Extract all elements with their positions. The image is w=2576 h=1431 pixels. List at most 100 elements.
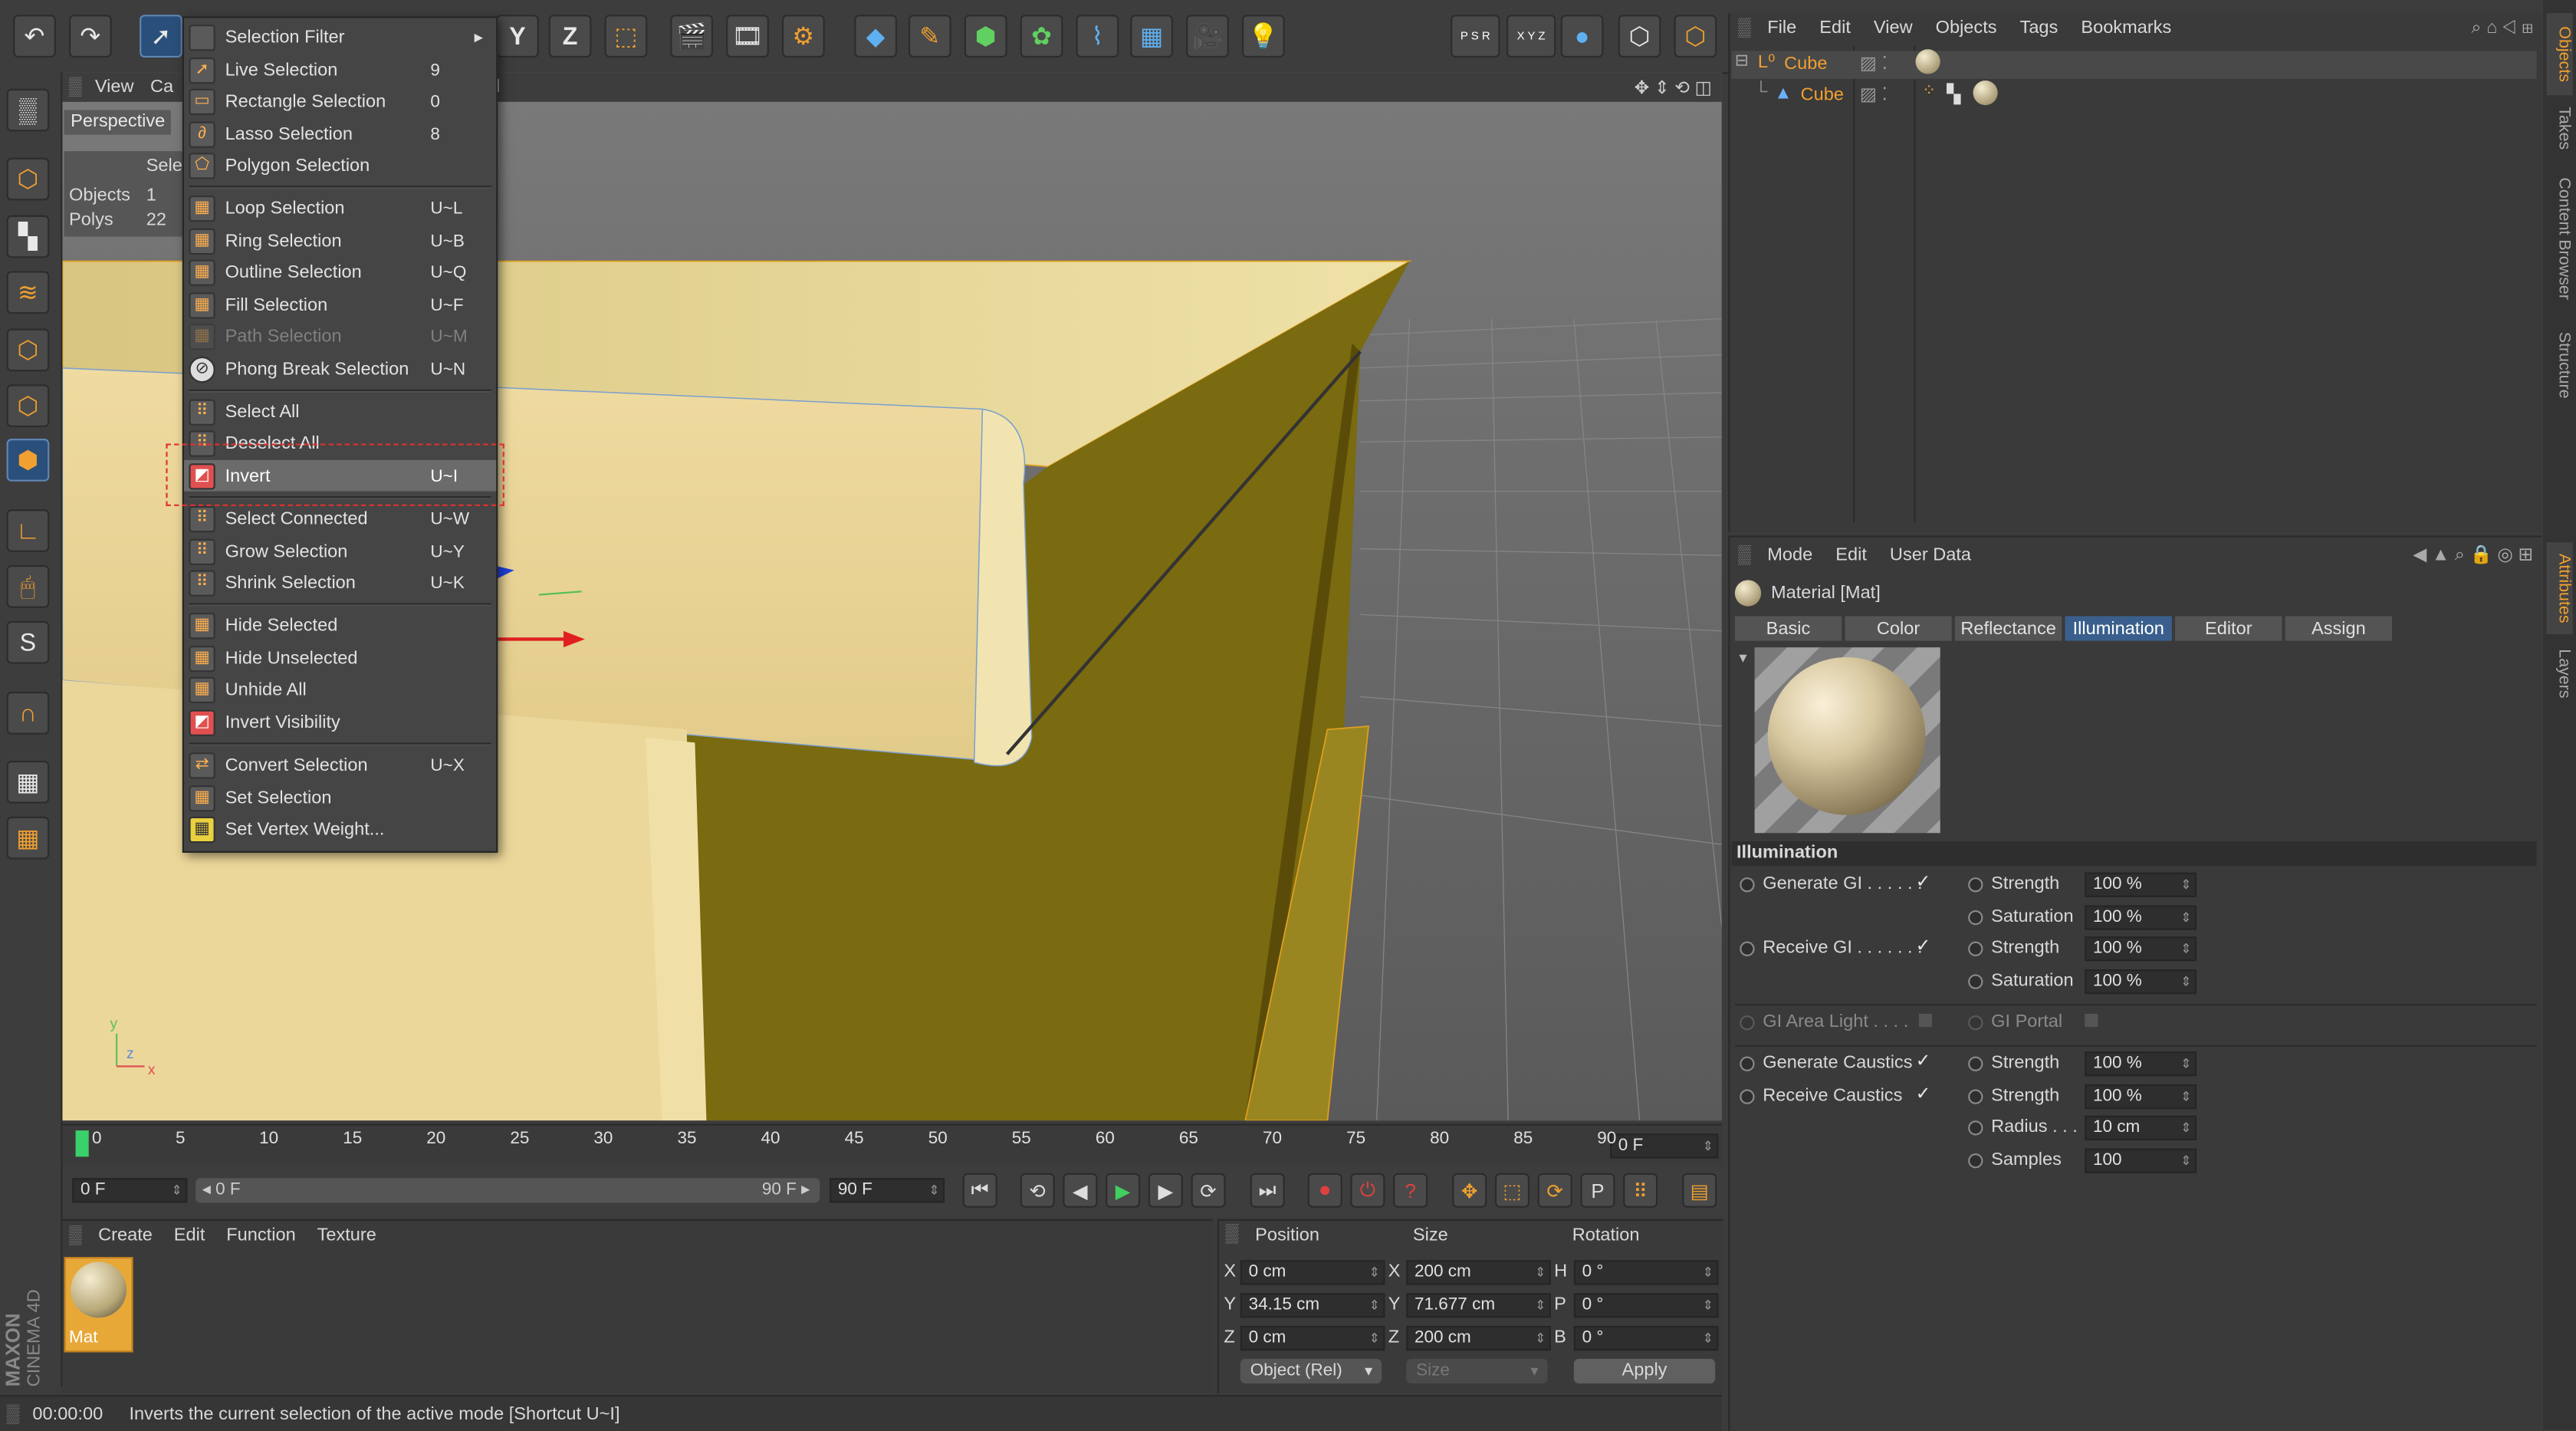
menu-item-polygon-selection[interactable]: ⬠ Polygon Selection — [184, 150, 496, 181]
points-mode-icon[interactable]: ⬡ — [6, 328, 50, 372]
animate-radio-icon[interactable] — [1968, 910, 1983, 926]
coord-position-field[interactable]: 34.15 cm — [1240, 1293, 1385, 1318]
tab-editor[interactable]: Editor — [2175, 616, 2282, 641]
edges-mode-icon[interactable]: ⬡ — [6, 384, 50, 428]
snapping-icon[interactable]: ∩ — [6, 692, 50, 735]
menu-item-hide-unselected[interactable]: ▦ Hide Unselected — [184, 643, 496, 674]
animate-radio-icon[interactable] — [1968, 1153, 1983, 1169]
light-icon[interactable]: 💡 — [1242, 15, 1285, 58]
selection-tag-icon[interactable]: ⁘ — [1922, 82, 1936, 100]
material-menu-function[interactable]: Function — [226, 1225, 295, 1245]
material-menu-edit[interactable]: Edit — [174, 1225, 205, 1245]
gi-area-light-checkbox[interactable] — [1918, 1013, 1932, 1028]
menu-item-outline-selection[interactable]: ▦ Outline Selection U~Q — [184, 256, 496, 288]
material-swatch[interactable]: Mat — [64, 1257, 133, 1353]
menu-item-fill-selection[interactable]: ▦ Fill Selection U~F — [184, 289, 496, 321]
animate-radio-icon[interactable] — [1968, 974, 1983, 989]
receive-saturation-field[interactable]: 100 % — [2085, 969, 2196, 995]
menu-item-shrink-selection[interactable]: ⠿ Shrink Selection U~K — [184, 567, 496, 598]
keyframe-selection-icon[interactable]: ? — [1393, 1173, 1428, 1208]
tab-reflectance[interactable]: Reflectance — [1955, 616, 2062, 641]
attribute-menu-mode[interactable]: Mode — [1767, 545, 1812, 565]
go-to-start-icon[interactable]: ⏮ — [962, 1173, 997, 1208]
attribute-toolbar-icons[interactable]: ◀ ▲ ⌕ 🔒 ◎ ⊞ — [2413, 544, 2533, 567]
menu-item-select-all[interactable]: ⠿ Select All — [184, 396, 496, 427]
undo-icon[interactable]: ↶ — [13, 15, 56, 58]
tab-basic[interactable]: Basic — [1734, 616, 1842, 641]
coord-size-field[interactable]: 71.677 cm — [1406, 1293, 1551, 1318]
menu-item-set-vertex-weight[interactable]: ▦ Set Vertex Weight... — [184, 814, 496, 845]
attribute-menu-userdata[interactable]: User Data — [1890, 545, 1971, 565]
tab-illumination[interactable]: Illumination — [2065, 616, 2172, 641]
object-menu-objects[interactable]: Objects — [1936, 18, 1997, 38]
model-mode-icon[interactable]: ⬡ — [6, 157, 50, 201]
menu-item-convert-selection[interactable]: ⇄ Convert Selection U~X — [184, 749, 496, 781]
gi-strength-field[interactable]: 100 % — [2085, 872, 2196, 897]
menu-item-lasso-selection[interactable]: ∂ Lasso Selection 8 — [184, 118, 496, 150]
step-forward-icon[interactable]: ▶ — [1148, 1173, 1183, 1208]
cube-primitive-icon[interactable]: ◆ — [854, 15, 897, 58]
snap-icon[interactable]: ⬡ — [1618, 15, 1661, 58]
render-picture-viewer-icon[interactable]: 🎞 — [726, 15, 769, 58]
coord-position-field[interactable]: 0 cm — [1240, 1326, 1385, 1351]
menu-item-unhide-all[interactable]: ▦ Unhide All — [184, 673, 496, 705]
selection-tool-icon[interactable]: ➚ — [140, 15, 182, 58]
material-menu-texture[interactable]: Texture — [317, 1225, 376, 1245]
material-menu-create[interactable]: Create — [98, 1225, 153, 1245]
render-settings-icon[interactable]: ⚙ — [781, 15, 825, 58]
position-key-icon[interactable]: ✥ — [1452, 1173, 1487, 1208]
timeline-ruler[interactable] — [62, 1123, 1722, 1166]
parameter-key-icon[interactable]: P — [1580, 1173, 1615, 1208]
menu-item-ring-selection[interactable]: ▦ Ring Selection U~B — [184, 225, 496, 257]
object-menu-bookmarks[interactable]: Bookmarks — [2081, 18, 2171, 38]
side-tab-objects[interactable]: Objects — [2546, 13, 2573, 96]
coord-rotation-field[interactable]: 0 ° — [1573, 1293, 1719, 1318]
receive-strength-field[interactable]: 100 % — [2085, 936, 2196, 962]
attribute-menu-edit[interactable]: Edit — [1835, 545, 1867, 565]
render-view-icon[interactable]: 🎬 — [670, 15, 713, 58]
material-tag-icon[interactable] — [1973, 80, 1998, 106]
frame-range-slider[interactable]: ◂ 0 F 90 F ▸ — [195, 1178, 820, 1203]
animate-radio-icon[interactable] — [1968, 941, 1983, 956]
locked-workplane-icon[interactable]: ▦ — [6, 760, 50, 804]
workplane-icon[interactable]: ● — [1560, 15, 1604, 58]
step-back-key-icon[interactable]: ⟲ — [1020, 1173, 1055, 1208]
solo-mode-icon[interactable]: S — [6, 620, 50, 664]
receive-caustics-checkbox[interactable]: ✓ — [1916, 1083, 1931, 1104]
expand-toggle-icon[interactable]: ⊟ — [1735, 53, 1749, 71]
texture-mode-icon[interactable]: ▚ — [6, 215, 50, 258]
coordinate-system-icon[interactable]: ⬚ — [604, 15, 648, 58]
menu-item-phong-break-selection[interactable]: ⊘ Phong Break Selection U~N — [184, 354, 496, 385]
deformer-icon[interactable]: ⌇ — [1076, 15, 1119, 58]
viewport-solo-icon[interactable]: ⬡ — [1674, 15, 1717, 58]
object-row-child[interactable]: └ ▲ Cube ▨ ⁚ ⁘ ▚ — [1732, 80, 2537, 110]
animate-radio-icon[interactable] — [1968, 1089, 1983, 1104]
object-menu-edit[interactable]: Edit — [1819, 18, 1851, 38]
generate-caustics-checkbox[interactable]: ✓ — [1916, 1050, 1931, 1071]
coord-mode-select[interactable]: Object (Rel) ▼ — [1240, 1358, 1382, 1384]
make-editable-icon[interactable]: ▒ — [6, 88, 50, 132]
animate-radio-icon[interactable] — [1968, 877, 1983, 893]
coord-size-field[interactable]: 200 cm — [1406, 1326, 1551, 1351]
caustics-samples-field[interactable]: 100 — [2085, 1148, 2196, 1173]
side-tab-attributes[interactable]: Attributes — [2546, 542, 2573, 635]
visibility-dots-icon[interactable]: ▨ ⁚ — [1860, 84, 1888, 105]
menu-item-grow-selection[interactable]: ⠿ Grow Selection U~Y — [184, 535, 496, 567]
receive-gi-checkbox[interactable]: ✓ — [1916, 935, 1931, 956]
animate-radio-icon[interactable] — [1740, 877, 1755, 893]
planar-workplane-icon[interactable]: ▦ — [6, 816, 50, 860]
scale-key-icon[interactable]: ⬚ — [1494, 1173, 1530, 1208]
apply-button[interactable]: Apply — [1573, 1358, 1716, 1384]
tab-assign[interactable]: Assign — [2285, 616, 2392, 641]
animate-radio-icon[interactable] — [1968, 1120, 1983, 1136]
animate-radio-icon[interactable] — [1740, 941, 1755, 956]
material-preview[interactable] — [1754, 647, 1940, 834]
animate-radio-icon[interactable] — [1740, 1015, 1755, 1031]
animate-radio-icon[interactable] — [1968, 1056, 1983, 1071]
point-level-key-icon[interactable]: ⠿ — [1623, 1173, 1658, 1208]
axis-y-button[interactable]: Y — [496, 15, 539, 58]
viewport-menu-view[interactable]: View — [95, 77, 134, 97]
subdivision-surface-icon[interactable]: ⬢ — [964, 15, 1007, 58]
menu-item-live-selection[interactable]: ➚ Live Selection 9 — [184, 54, 496, 86]
menu-item-invert-visibility[interactable]: ◩ Invert Visibility — [184, 706, 496, 738]
